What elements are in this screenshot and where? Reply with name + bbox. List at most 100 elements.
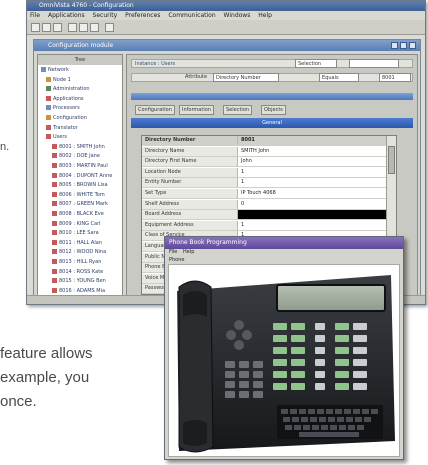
tree-item-label: Applications [53, 95, 84, 102]
tree-node-icon [46, 134, 51, 140]
toolbar [27, 20, 425, 35]
tree-item[interactable]: Applications [46, 95, 84, 103]
desk-phone-image [177, 275, 395, 453]
tree-item-label: 8012 : WOOD Nina [59, 249, 107, 256]
property-row[interactable]: Entity Number 1 [142, 178, 396, 189]
property-value-field[interactable]: 8001 [238, 136, 386, 145]
property-row[interactable]: Set Type IP Touch 4068 [142, 189, 396, 199]
property-value-field[interactable]: 0 [238, 200, 386, 209]
property-row[interactable]: Location Node 1 [142, 167, 396, 178]
property-row[interactable]: Board Address [142, 210, 396, 221]
selection-combo[interactable]: Selection [295, 59, 337, 68]
tree-item[interactable]: 8014 : ROSS Kate [52, 268, 103, 276]
open-icon[interactable] [42, 23, 51, 32]
tree-item[interactable]: 8010 : LEE Sara [52, 230, 99, 237]
alpha-keyboard [277, 405, 383, 439]
tree-item[interactable]: 8015 : YOUNG Ben [52, 278, 106, 285]
tree-item[interactable]: 8016 : ADAMS Mia [52, 287, 105, 295]
tree-item[interactable]: Node 1 [46, 76, 71, 84]
property-label: Directory First Name [142, 157, 238, 167]
tree-item-label: 8002 : DOE Jane [59, 153, 100, 160]
phone-menu-help[interactable]: Help [183, 249, 194, 255]
tree-item[interactable]: Configuration [46, 115, 87, 122]
tree-node-icon [52, 191, 57, 197]
menu-help[interactable]: Help [258, 12, 272, 19]
attribute-label: Attribute [185, 74, 208, 80]
property-value-field[interactable]: 1 [238, 178, 386, 187]
maximize-icon[interactable] [400, 42, 407, 49]
new-icon[interactable] [31, 23, 40, 32]
tree-item[interactable]: 8005 : BROWN Lisa [52, 182, 108, 189]
general-header: General [131, 118, 413, 128]
tree-item[interactable]: Users [46, 134, 67, 141]
tree-item-label: 8008 : BLACK Eve [59, 211, 104, 217]
property-row[interactable]: Shelf Address 0 [142, 199, 396, 210]
tree-node-icon [46, 124, 51, 130]
phone-toolbar-label[interactable]: Phone [169, 257, 185, 263]
menu-bar: File Applications Security Preferences C… [27, 11, 425, 20]
cut-icon[interactable] [68, 23, 77, 32]
tree-item[interactable]: Administration [46, 86, 90, 93]
property-row[interactable]: Directory Name SMITH John [142, 146, 396, 157]
tree-item[interactable]: 8012 : WOOD Nina [52, 249, 106, 256]
property-row[interactable]: Directory Number 8001 [142, 136, 396, 146]
paste-icon[interactable] [90, 23, 99, 32]
tree-item[interactable]: 8001 : SMITH John [52, 143, 105, 151]
tree-item[interactable]: 8004 : DUPONT Anne [52, 172, 112, 180]
tree-node-icon [52, 249, 57, 255]
tree-item[interactable]: Translator [46, 124, 78, 132]
tab-selection[interactable]: Selection [223, 105, 253, 115]
tree-item[interactable]: 8006 : WHITE Tom [52, 191, 105, 199]
phone-window-title: Phone Book Programming [169, 239, 247, 246]
property-value-field[interactable]: John [238, 157, 386, 166]
attribute-combo[interactable]: Directory Number [213, 73, 279, 82]
tree-item[interactable]: 8011 : HALL Alan [52, 239, 102, 247]
tab-information[interactable]: Information [179, 105, 214, 115]
tree-item[interactable]: 8008 : BLACK Eve [52, 211, 104, 218]
menu-communication[interactable]: Communication [168, 12, 215, 19]
operator-combo[interactable]: Equals [319, 73, 359, 82]
property-row[interactable]: Directory First Name John [142, 157, 396, 168]
menu-preferences[interactable]: Preferences [125, 12, 160, 19]
value-combo[interactable]: 8001 [379, 73, 411, 82]
property-value-field[interactable]: 1 [238, 221, 386, 230]
body-text-line2: feature allows [0, 345, 93, 362]
property-value-field[interactable]: 1 [238, 168, 386, 177]
tree-item[interactable]: 8003 : MARTIN Paul [52, 163, 108, 170]
tree-item-label: 8007 : GREEN Mark [59, 201, 108, 208]
property-row[interactable]: Equipment Address 1 [142, 220, 396, 231]
tree-node-icon [46, 86, 51, 92]
tree-item-label: 8003 : MARTIN Paul [59, 163, 108, 169]
handset-mouthpiece [183, 420, 207, 446]
tab-configuration[interactable]: Configuration [135, 105, 175, 115]
tree-node-icon [52, 239, 57, 245]
tab-objects[interactable]: Objects [261, 105, 286, 115]
mode-combo[interactable] [349, 59, 399, 68]
menu-security[interactable]: Security [93, 12, 118, 19]
tree-item-label: Administration [53, 86, 90, 93]
property-value-field[interactable]: IP Touch 4068 [238, 189, 386, 198]
property-value-field[interactable]: SMITH John [238, 147, 386, 156]
save-icon[interactable] [53, 23, 62, 32]
tree-item[interactable]: 8013 : HILL Ryan [52, 259, 101, 266]
close-icon[interactable] [409, 42, 416, 49]
property-value-field[interactable] [238, 210, 386, 220]
phone-title-bar: Phone Book Programming [165, 237, 403, 249]
property-label: Entity Number [142, 178, 238, 188]
phone-menu-file[interactable]: File [169, 249, 177, 255]
scrollbar-thumb[interactable] [388, 146, 395, 174]
minimize-icon[interactable] [391, 42, 398, 49]
tree-node-icon [52, 153, 57, 159]
tree-node-icon [46, 76, 51, 82]
refresh-icon[interactable] [105, 23, 114, 32]
menu-applications[interactable]: Applications [48, 12, 85, 19]
tree-item[interactable]: 8009 : KING Carl [52, 220, 101, 228]
tree-item[interactable]: 8007 : GREEN Mark [52, 201, 108, 208]
tree-item[interactable]: 8002 : DOE Jane [52, 153, 100, 160]
result-band [131, 93, 413, 100]
menu-file[interactable]: File [30, 12, 40, 19]
tree-item[interactable]: Processors [46, 105, 80, 112]
copy-icon[interactable] [79, 23, 88, 32]
menu-windows[interactable]: Windows [224, 12, 251, 19]
tree-item[interactable]: Network [41, 67, 69, 74]
